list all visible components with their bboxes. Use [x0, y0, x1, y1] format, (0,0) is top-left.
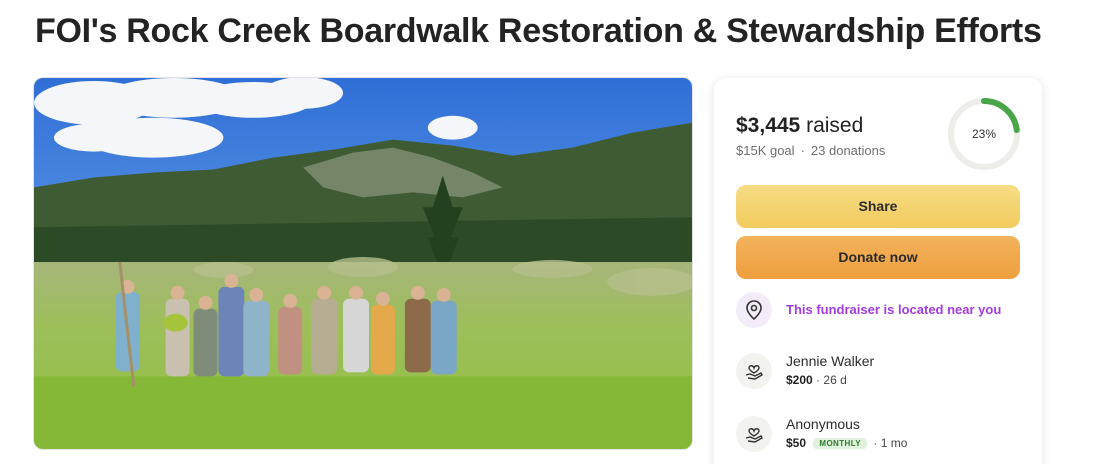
- hero-image[interactable]: [33, 77, 693, 450]
- donation-amount: $50: [786, 436, 807, 450]
- donation-count: 23 donations: [810, 143, 886, 158]
- donation-amount: $200: [786, 373, 813, 387]
- amount-raised: $3,445 raised: [736, 114, 863, 138]
- separator-dot: ·: [800, 143, 805, 158]
- progress-ring: 23%: [946, 96, 1022, 172]
- monthly-badge: MONTHLY: [813, 438, 867, 449]
- donation-details: $200 · 26 d: [786, 373, 847, 387]
- hero-photo: [34, 78, 692, 449]
- donation-details: $50 MONTHLY · 1 mo: [786, 436, 907, 450]
- raised-suffix: raised: [806, 114, 864, 137]
- goal-meta: $15K goal · 23 donations: [736, 143, 885, 158]
- goal-text: $15K goal: [736, 143, 795, 158]
- donation-item: Anonymous $50 MONTHLY · 1 mo: [736, 412, 1026, 456]
- raised-amount: $3,445: [736, 114, 801, 137]
- donation-time: 1 mo: [880, 436, 908, 450]
- progress-percent: 23%: [971, 127, 997, 141]
- location-notice[interactable]: This fundraiser is located near you: [736, 292, 1026, 328]
- page-title: FOI's Rock Creek Boardwalk Restoration &…: [35, 12, 1042, 50]
- heart-hand-icon: [736, 353, 772, 389]
- donation-item: Jennie Walker $200 · 26 d: [736, 349, 1026, 393]
- donate-now-button[interactable]: Donate now: [736, 236, 1020, 279]
- donation-time: 26 d: [823, 373, 847, 387]
- separator-dot: ·: [873, 436, 878, 450]
- donor-name: Anonymous: [786, 416, 860, 432]
- share-button[interactable]: Share: [736, 185, 1020, 228]
- donation-card: $3,445 raised $15K goal · 23 donations 23%…: [714, 78, 1042, 464]
- separator-dot: ·: [816, 373, 821, 387]
- donor-name: Jennie Walker: [786, 353, 875, 369]
- map-pin-icon: [736, 292, 772, 328]
- heart-hand-icon: [736, 416, 772, 452]
- location-text: This fundraiser is located near you: [786, 302, 1002, 317]
